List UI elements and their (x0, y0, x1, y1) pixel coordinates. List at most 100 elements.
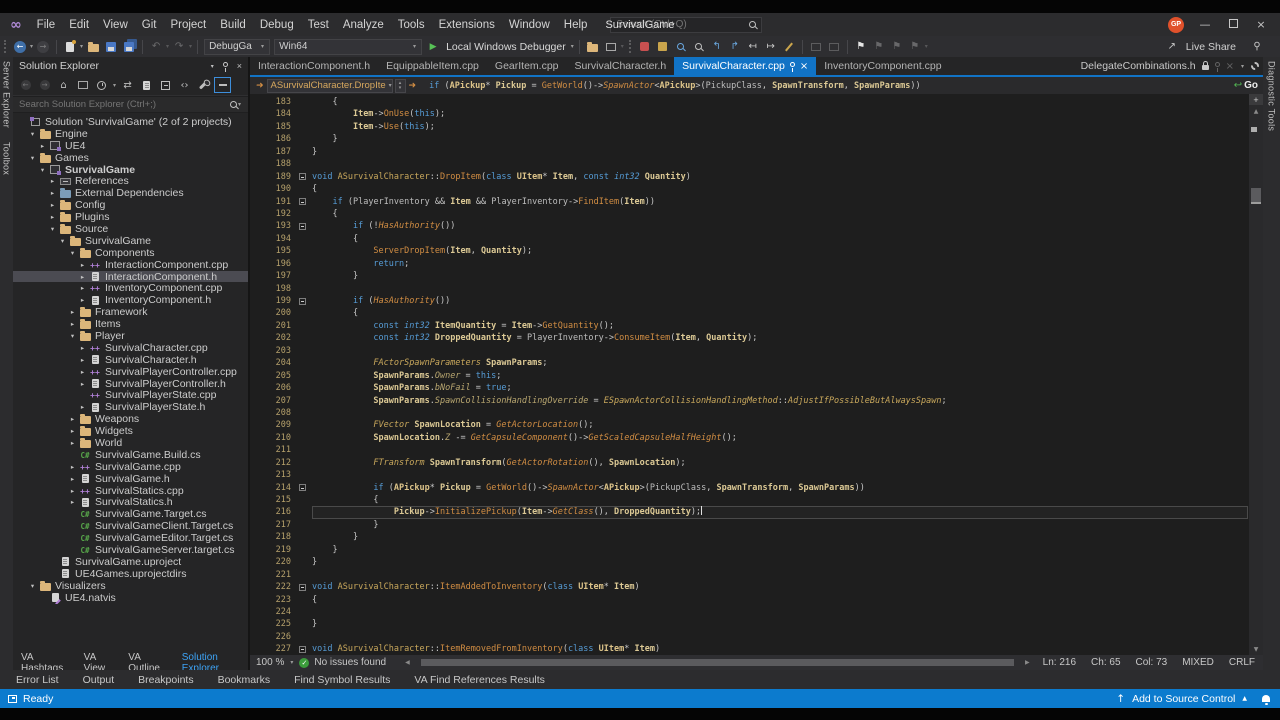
fold-collapse-icon[interactable] (299, 583, 306, 591)
va-paste-history-button[interactable] (781, 38, 797, 55)
navigate-backward-button[interactable]: ← (12, 38, 28, 55)
toggle-bookmark-button[interactable]: ⚑ (853, 38, 869, 55)
tree-item-survivalcharacter-h[interactable]: ▸ SurvivalCharacter.h (13, 354, 248, 366)
editor-tab-gearitem-cpp[interactable]: GearItem.cpp (487, 57, 567, 75)
panel-tab-bookmarks[interactable]: Bookmarks (218, 674, 271, 686)
se-sync-with-active-document-button[interactable]: ⇄ (119, 77, 136, 93)
window-position-dropdown[interactable]: ▾ (211, 63, 214, 70)
va-refactor-button[interactable] (637, 38, 653, 55)
tree-item-survivalstatics-h[interactable]: ▸ SurvivalStatics.h (13, 497, 248, 509)
code-line-content[interactable]: Pickup->InitializePickup(Item->GetClass(… (312, 506, 1248, 519)
code-line-content[interactable]: const int32 ItemQuantity = Item->GetQuan… (312, 320, 1248, 332)
va-find-references-button[interactable] (691, 38, 707, 55)
add-item-button[interactable] (585, 38, 601, 55)
menu-help[interactable]: Help (557, 19, 595, 31)
tree-item-survivalgame-build-cs[interactable]: SurvivalGame.Build.cs (13, 449, 248, 461)
expander-icon[interactable]: ▸ (77, 356, 88, 364)
code-line-content[interactable] (312, 569, 1248, 581)
close-tab-icon[interactable]: × (800, 61, 808, 72)
pin-icon[interactable] (1214, 62, 1220, 72)
menu-tools[interactable]: Tools (391, 19, 432, 31)
panel-tab-va-find-references-results[interactable]: VA Find References Results (414, 674, 545, 686)
tree-item-framework[interactable]: ▸ Framework (13, 306, 248, 318)
tree-item-world[interactable]: ▸ World (13, 437, 248, 449)
parameter-info-button[interactable] (826, 38, 842, 55)
expander-icon[interactable]: ▸ (47, 189, 58, 197)
navigate-backward-dropdown[interactable]: ▾ (30, 43, 33, 50)
tree-item-survivalplayercontroller-cpp[interactable]: ▸ SurvivalPlayerController.cpp (13, 366, 248, 378)
expander-icon[interactable]: ▸ (67, 498, 78, 506)
tree-item-survivalgameserver-target-cs[interactable]: SurvivalGameServer.target.cs (13, 544, 248, 556)
code-line-content[interactable]: return; (312, 258, 1248, 270)
code-editor[interactable]: 183 {184 Item->OnUse(this); 185 Item->Use… (250, 94, 1263, 655)
code-line-content[interactable] (312, 283, 1248, 295)
code-line-content[interactable]: { (312, 96, 1248, 108)
tree-item-ue4-natvis[interactable]: UE4.natvis (13, 592, 248, 604)
editor-tab-survivalcharacter-h[interactable]: SurvivalCharacter.h (567, 57, 675, 75)
close-panel-button[interactable]: × (237, 61, 242, 71)
tree-item-survivalplayercontroller-h[interactable]: ▸ SurvivalPlayerController.h (13, 378, 248, 390)
code-line-content[interactable] (312, 345, 1248, 357)
go-button[interactable]: ↩ Go (1234, 80, 1260, 91)
redo-dropdown[interactable]: ▾ (189, 43, 192, 50)
code-line-content[interactable] (312, 444, 1248, 456)
toolbar-grip[interactable] (4, 40, 7, 53)
tree-item-survivalplayerstate-h[interactable]: ▸ SurvivalPlayerState.h (13, 401, 248, 413)
code-line-content[interactable]: ServerDropItem(Item, Quantity); (312, 245, 1248, 257)
close-button[interactable]: × (1254, 18, 1268, 31)
se-pending-changes-filter-button[interactable] (93, 77, 110, 93)
previous-bookmark-button[interactable]: ⚑ (871, 38, 887, 55)
expander-icon[interactable]: ▾ (57, 237, 68, 245)
notifications-bell-icon[interactable] (1262, 695, 1270, 705)
code-line-content[interactable]: { (312, 233, 1248, 245)
expander-icon[interactable]: ▾ (47, 225, 58, 233)
expander-icon[interactable]: ▸ (77, 368, 88, 376)
issues-status-label[interactable]: No issues found (314, 657, 386, 668)
expander-icon[interactable]: ▸ (67, 487, 78, 495)
va-navigate-forward-button[interactable]: ↦ (763, 38, 779, 55)
code-line-content[interactable]: { (312, 594, 1248, 606)
code-line-content[interactable]: FActorSpawnParameters SpawnParams; (312, 357, 1248, 369)
va-goto-implementation-button[interactable]: ↱ (727, 38, 743, 55)
code-line-content[interactable]: const int32 DroppedQuantity = PlayerInve… (312, 332, 1248, 344)
save-all-button[interactable] (121, 38, 137, 55)
horizontal-scrollbar[interactable] (417, 658, 1018, 667)
solution-platform-dropdown[interactable]: Win64 ▾ (274, 38, 423, 55)
fold-collapse-icon[interactable] (299, 645, 306, 653)
code-line-content[interactable] (312, 631, 1248, 643)
tree-item-ue4[interactable]: ▸ UE4 (13, 140, 248, 152)
tree-item-references[interactable]: ▸ References (13, 175, 248, 187)
tree-item-source[interactable]: ▾ Source (13, 223, 248, 235)
auto-hide-pin-icon[interactable] (222, 62, 228, 72)
scroll-right-arrow[interactable]: ▶ (1025, 659, 1030, 666)
va-goto-related-button[interactable]: ↰ (709, 38, 725, 55)
tree-item-solution-survivalgame-2-of-2-projects[interactable]: Solution 'SurvivalGame' (2 of 2 projects… (13, 116, 248, 128)
editor-tab-inventorycomponent-cpp[interactable]: InventoryComponent.cpp (816, 57, 949, 75)
tree-item-survivalgame-cpp[interactable]: ▸ SurvivalGame.cpp (13, 461, 248, 473)
expander-icon[interactable]: ▾ (27, 154, 38, 162)
menu-git[interactable]: Git (135, 19, 164, 31)
code-line-content[interactable]: { (312, 183, 1248, 195)
save-button[interactable] (103, 38, 119, 55)
tree-item-weapons[interactable]: ▸ Weapons (13, 413, 248, 425)
se-switch-views-button[interactable] (74, 77, 91, 93)
se-preview-selected-items-button[interactable] (214, 77, 232, 93)
restore-button[interactable] (1226, 18, 1240, 31)
va-navigate-back-button[interactable]: ↤ (745, 38, 761, 55)
frame-tool-dropdown[interactable]: ▾ (621, 43, 624, 50)
menu-file[interactable]: File (30, 19, 63, 31)
pin-icon[interactable] (789, 62, 795, 72)
expander-icon[interactable]: ▸ (77, 296, 88, 304)
code-line-content[interactable]: FVector SpawnLocation = GetActorLocation… (312, 419, 1248, 431)
tree-item-survivalgame[interactable]: ▾ SurvivalGame (13, 235, 248, 247)
filter-dropdown[interactable]: ▾ (113, 82, 116, 89)
zoom-dropdown-icon[interactable]: ▾ (290, 659, 293, 666)
tree-item-interactioncomponent-h[interactable]: ▸ InteractionComponent.h (13, 270, 248, 283)
fold-collapse-icon[interactable] (299, 484, 306, 492)
tree-item-survivalgameeditor-target-cs[interactable]: SurvivalGameEditor.Target.cs (13, 532, 248, 544)
code-line-content[interactable] (312, 469, 1248, 481)
code-line-content[interactable] (312, 606, 1248, 618)
se-properties-button[interactable] (195, 77, 212, 93)
expander-icon[interactable]: ▾ (27, 582, 38, 590)
menu-view[interactable]: View (96, 19, 135, 31)
